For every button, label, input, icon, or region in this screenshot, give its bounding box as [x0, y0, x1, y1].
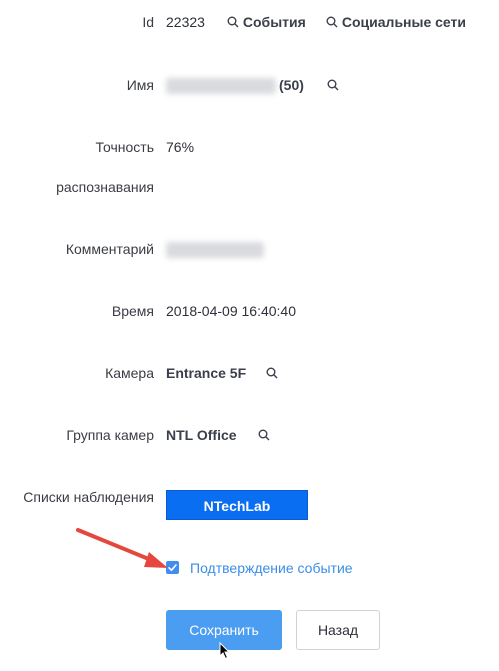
camera-group-value[interactable]: NTL Office [166, 427, 237, 443]
watchlists-label: Списки наблюдения [23, 489, 154, 505]
name-count: (50) [279, 77, 304, 93]
social-networks-link-label: Социальные сети [341, 14, 466, 30]
search-icon[interactable] [258, 429, 270, 441]
mouse-cursor-icon [219, 642, 231, 660]
search-icon[interactable] [266, 367, 278, 379]
search-icon[interactable] [327, 79, 339, 91]
time-label: Время [111, 303, 154, 319]
comment-value-redacted [166, 242, 264, 258]
camera-value[interactable]: Entrance 5F [166, 365, 246, 381]
social-networks-link[interactable]: Социальные сети [326, 14, 466, 30]
events-link[interactable]: События [227, 14, 306, 30]
confirm-checkbox-label[interactable]: Подтверждение событие [190, 560, 353, 576]
camera-label: Камера [105, 365, 154, 381]
camera-group-label: Группа камер [66, 427, 154, 443]
accuracy-label-line1: Точность [95, 139, 154, 155]
search-icon [227, 16, 239, 28]
accuracy-label-line2: распознавания [56, 179, 154, 195]
time-value: 2018-04-09 16:40:40 [166, 303, 296, 319]
id-value: 22323 [166, 14, 205, 30]
accuracy-value: 76% [166, 139, 195, 155]
name-value-redacted [166, 78, 276, 94]
events-link-label: События [242, 14, 306, 30]
watchlist-badge[interactable]: NTechLab [166, 490, 308, 520]
search-icon [326, 16, 338, 28]
confirm-checkbox[interactable] [166, 561, 179, 574]
comment-label: Комментарий [65, 241, 154, 257]
id-label: Id [142, 14, 154, 30]
name-label: Имя [126, 77, 154, 93]
back-button[interactable]: Назад [296, 610, 380, 650]
checkbox-check-icon [168, 564, 177, 571]
